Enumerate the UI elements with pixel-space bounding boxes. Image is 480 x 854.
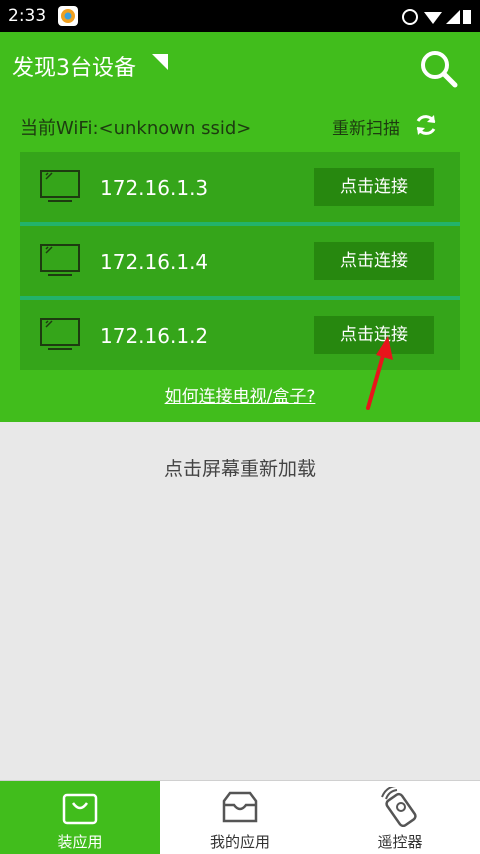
tab-label: 我的应用 — [209, 833, 270, 851]
tv-icon — [40, 318, 80, 352]
search-button[interactable] — [418, 48, 458, 88]
tv-icon — [40, 170, 80, 204]
device-row[interactable]: 172.16.1.3 点击连接 — [20, 152, 460, 222]
connect-button[interactable]: 点击连接 — [314, 168, 434, 206]
tab-label: 遥控器 — [377, 833, 423, 851]
dropdown-triangle-icon[interactable] — [152, 54, 168, 70]
refresh-icon[interactable] — [414, 113, 438, 137]
annotation-arrow-icon — [360, 330, 400, 420]
device-ip: 172.16.1.4 — [100, 250, 209, 274]
tv-icon — [40, 244, 80, 278]
page-title[interactable]: 发现3台设备 — [12, 50, 136, 82]
remote-control-icon — [380, 785, 420, 828]
status-bar: 2:33 — [0, 0, 480, 32]
device-ip: 172.16.1.3 — [100, 176, 209, 200]
notification-dot-icon — [402, 9, 418, 25]
tab-remote[interactable]: 遥控器 — [320, 781, 480, 854]
status-time: 2:33 — [8, 6, 47, 26]
inbox-tray-icon — [220, 787, 260, 827]
shopping-bag-icon — [60, 787, 100, 827]
tab-install-apps[interactable]: 装应用 — [0, 781, 160, 854]
status-indicators — [402, 8, 472, 26]
device-row[interactable]: 172.16.1.4 点击连接 — [20, 226, 460, 296]
tab-my-apps[interactable]: 我的应用 — [160, 781, 320, 854]
cell-signal-icon — [446, 10, 460, 24]
app-notification-icon — [58, 6, 78, 26]
device-ip: 172.16.1.2 — [100, 324, 209, 348]
tab-label: 装应用 — [57, 833, 103, 851]
search-icon — [421, 51, 458, 88]
rescan-button[interactable]: 重新扫描 — [332, 114, 400, 139]
current-wifi-label: 当前WiFi:<unknown ssid> — [20, 118, 252, 139]
reload-message[interactable]: 点击屏幕重新加载 — [0, 454, 480, 481]
connect-button[interactable]: 点击连接 — [314, 242, 434, 280]
bottom-navigation: 装应用 我的应用 遥控器 — [0, 780, 480, 854]
battery-icon — [463, 10, 471, 24]
wifi-signal-icon — [424, 12, 442, 24]
help-link[interactable]: 如何连接电视/盒子? — [0, 382, 480, 407]
